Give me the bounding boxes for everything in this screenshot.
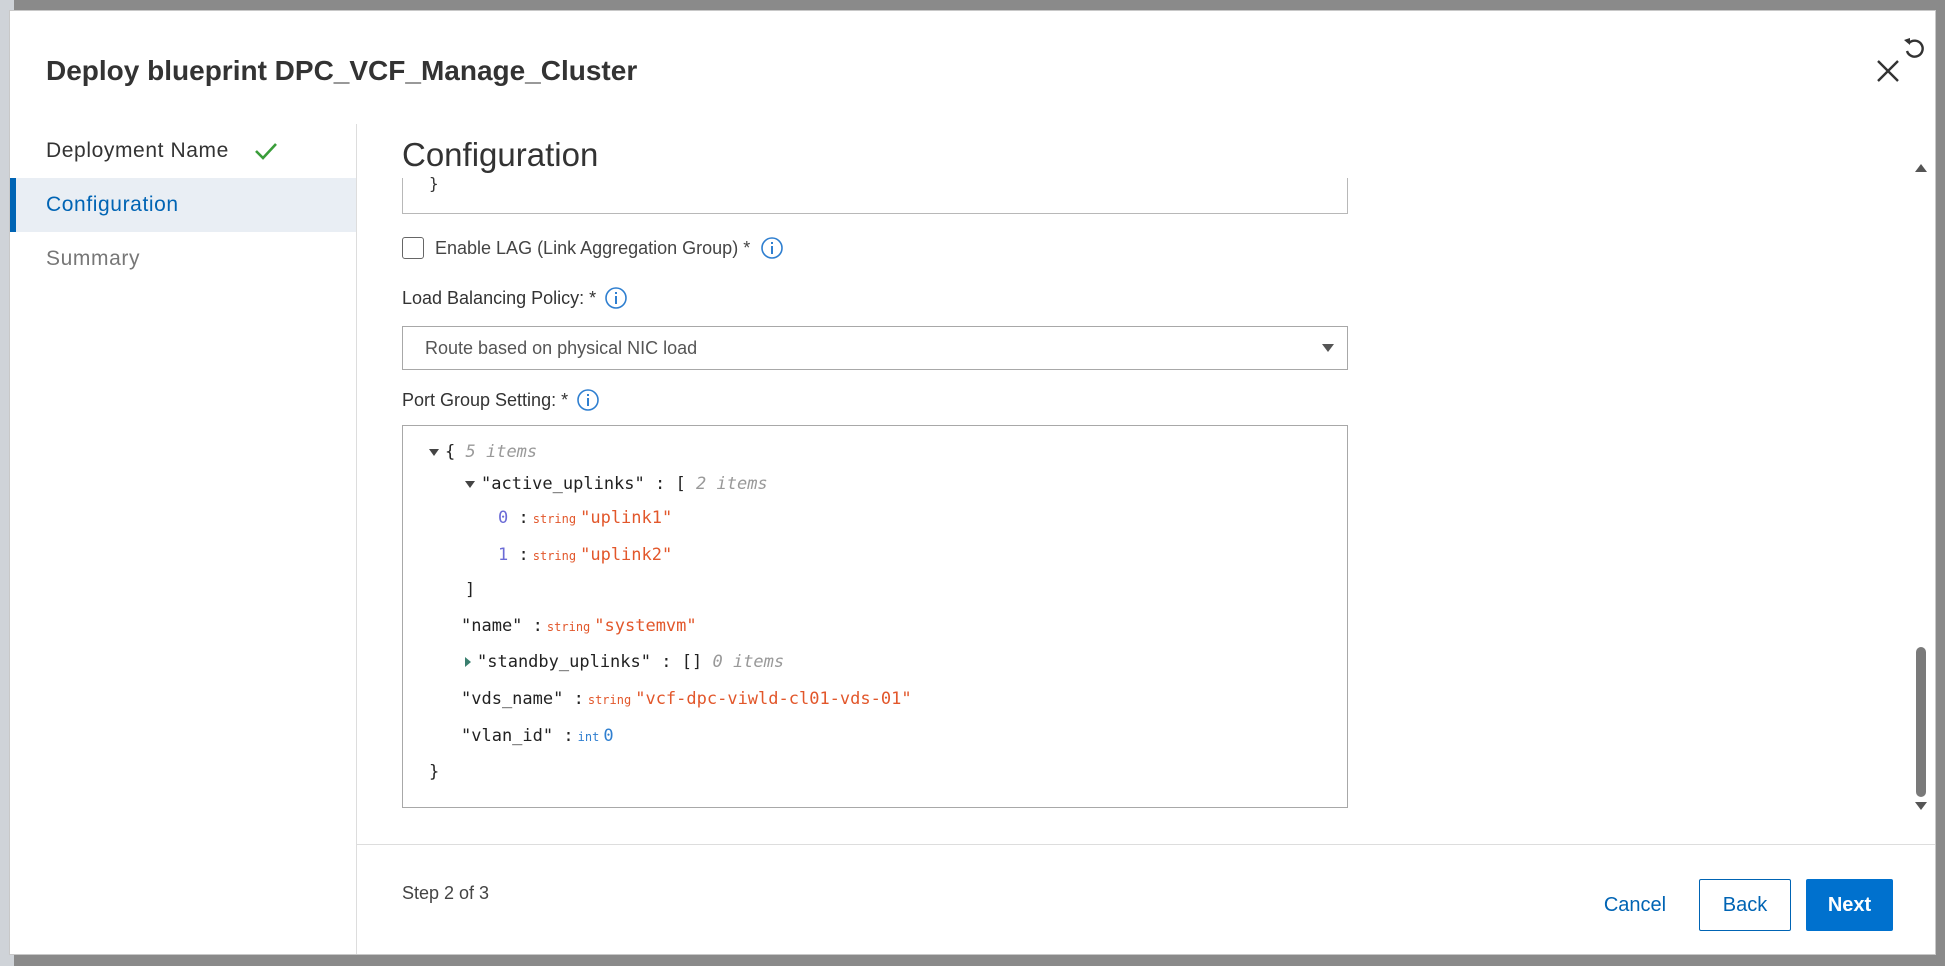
json-array-item[interactable]: 1 : string "uplink2" [498,545,672,565]
item-count: 0 items [712,652,785,672]
info-icon[interactable] [604,286,628,310]
json-value: "uplink2" [580,545,673,565]
load-balancing-label: Load Balancing Policy: * [402,287,597,308]
json-brace: { [445,442,456,462]
step-label: Summary [46,247,141,270]
step-indicator: Step 2 of 3 [402,883,490,903]
json-value: "uplink1" [580,508,673,528]
section-title: Configuration [402,136,599,173]
json-key: "standby_uplinks" [477,652,651,672]
scroll-thumb[interactable] [1916,647,1926,797]
json-array-item[interactable]: 0 : string "uplink1" [498,508,672,528]
close-icon[interactable] [1872,55,1904,87]
json-fragment: } [429,174,439,193]
json-colon: : [518,508,529,528]
dialog-title: Deploy blueprint DPC_VCF_Manage_Cluster [46,55,638,86]
json-colon: : [655,474,666,494]
load-balancing-selected-value: Route based on physical NIC load [425,337,698,358]
json-bracket: [ [675,474,686,494]
step-configuration[interactable]: Configuration [10,178,356,232]
lag-checkbox[interactable] [402,237,424,259]
value-type: string [587,693,632,707]
deploy-dialog: Deploy blueprint DPC_VCF_Manage_Cluster … [9,10,1936,955]
json-value: "systemvm" [594,616,697,636]
json-colon: : [518,545,529,565]
item-count: 2 items [696,474,768,494]
lag-label: Enable LAG (Link Aggregation Group) * [435,237,751,258]
port-group-label: Port Group Setting: * [402,389,569,410]
json-key: "name" [461,616,523,636]
json-vlan-id-line[interactable]: "vlan_id" : int 0 [461,726,614,746]
json-name-line[interactable]: "name" : string "systemvm" [461,616,697,636]
previous-json-field[interactable]: } [402,174,1348,214]
scroll-up-arrow-icon[interactable] [1915,164,1927,172]
collapse-toggle-icon[interactable] [465,480,475,488]
load-balancing-select[interactable]: Route based on physical NIC load [402,326,1348,370]
info-icon[interactable] [576,388,600,412]
json-vds-name-line[interactable]: "vds_name" : string "vcf-dpc-viwld-cl01-vd… [461,689,912,709]
load-balancing-field-label: Load Balancing Policy: * [402,286,628,310]
lag-field: Enable LAG (Link Aggregation Group) * [402,236,784,260]
json-key: "vds_name" [461,689,564,709]
step-deployment-name[interactable]: Deployment Name [10,124,356,178]
step-label: Deployment Name [46,139,229,162]
collapse-toggle-icon[interactable] [429,448,439,456]
json-active-uplinks-line: "active_uplinks" : [ 2 items [465,474,768,494]
scroll-down-arrow-icon[interactable] [1915,802,1927,810]
value-type: string [546,620,591,634]
value-type: int [577,730,600,744]
info-icon[interactable] [760,236,784,260]
port-group-field-label: Port Group Setting: * [402,388,600,412]
array-index: 0 [498,508,509,528]
value-type: string [532,512,577,526]
step-summary[interactable]: Summary [10,232,356,286]
port-group-json-editor[interactable]: { 5 items "active_uplinks" : [ 2 items 0… [402,425,1348,808]
next-button[interactable]: Next [1806,879,1893,931]
chevron-down-icon [1322,344,1334,352]
step-label: Configuration [46,193,179,216]
dialog-footer: Step 2 of 3 Cancel Back Next [357,844,1935,954]
json-colon: : [573,689,584,709]
json-bracket-close: ] [465,580,476,600]
cancel-button[interactable]: Cancel [1585,879,1685,931]
json-root-line: { 5 items [429,442,537,462]
configuration-panel: Configuration } Enable LAG (Link Aggrega… [357,124,1935,844]
json-value: "vcf-dpc-viwld-cl01-vds-01" [635,689,912,709]
json-brace-close: } [429,762,440,782]
json-colon: : [532,616,543,636]
back-button[interactable]: Back [1699,879,1791,931]
json-key: "active_uplinks" [481,474,645,494]
json-colon: : [563,726,574,746]
content-scrollbar[interactable] [1915,164,1929,814]
json-key: "vlan_id" [461,726,554,746]
json-value: [] [681,652,703,672]
array-index: 1 [498,545,509,565]
json-standby-uplinks-line: "standby_uplinks" : [] 0 items [465,652,784,672]
json-colon: : [661,652,672,672]
checkmark-icon [254,143,277,160]
json-value: 0 [603,726,614,746]
item-count: 5 items [465,442,538,462]
value-type: string [532,549,577,563]
reset-icon[interactable] [1900,35,1928,63]
wizard-steps-sidebar: Deployment Name Configuration Summary [10,124,357,954]
expand-toggle-icon[interactable] [465,657,471,667]
